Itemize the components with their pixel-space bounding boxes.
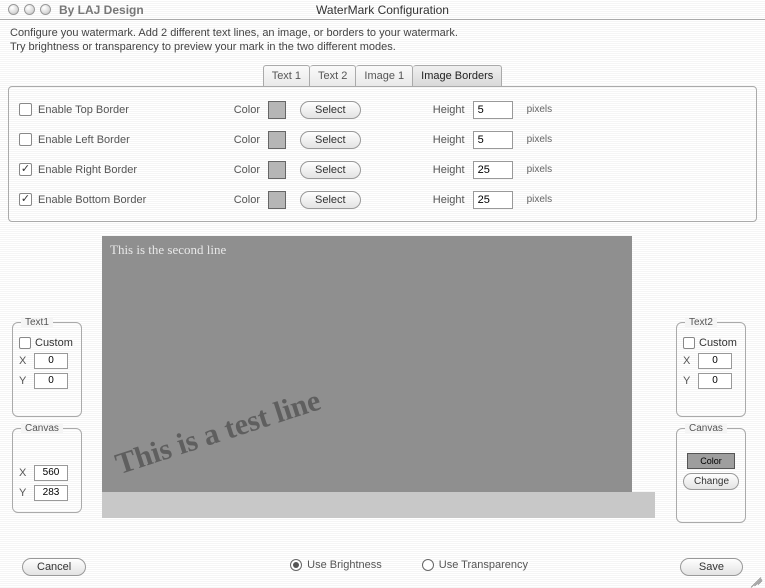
top-color-swatch[interactable] xyxy=(268,101,286,119)
right-height-input[interactable] xyxy=(473,161,513,179)
preview-second-line: This is the second line xyxy=(102,236,632,264)
border-row-left: Enable Left Border Color Select Height p… xyxy=(19,125,746,155)
instructions: Configure you watermark. Add 2 different… xyxy=(0,20,765,59)
titlebar: By LAJ Design WaterMark Configuration xyxy=(0,0,765,20)
canvas-color-button[interactable]: Color xyxy=(687,453,735,469)
enable-top-label: Enable Top Border xyxy=(38,104,213,116)
color-label: Color xyxy=(213,134,268,146)
use-transparency-radio[interactable]: Use Transparency xyxy=(422,559,528,571)
color-label: Color xyxy=(213,164,268,176)
tab-image1[interactable]: Image 1 xyxy=(356,65,413,86)
instructions-line: Try brightness or transparency to previe… xyxy=(10,40,755,54)
height-label: Height xyxy=(393,104,473,116)
enable-left-checkbox[interactable] xyxy=(19,133,32,146)
height-label: Height xyxy=(393,134,473,146)
x-label: X xyxy=(19,355,29,367)
left-color-swatch[interactable] xyxy=(268,131,286,149)
canvas1-group: Canvas X Y xyxy=(12,428,82,513)
left-height-input[interactable] xyxy=(473,131,513,149)
border-panel: Enable Top Border Color Select Height pi… xyxy=(8,86,757,222)
mid-area: This is the second line This is a test l… xyxy=(0,236,765,546)
unit-label: pixels xyxy=(527,134,553,145)
canvas-x-input[interactable] xyxy=(34,465,68,481)
unit-label: pixels xyxy=(527,104,553,115)
bottom-select-button[interactable]: Select xyxy=(300,191,361,209)
y-label: Y xyxy=(19,375,29,387)
bottom-color-swatch[interactable] xyxy=(268,191,286,209)
border-row-top: Enable Top Border Color Select Height pi… xyxy=(19,95,746,125)
text2-custom-checkbox[interactable] xyxy=(683,337,695,349)
text1-custom-label: Custom xyxy=(35,337,73,349)
x-label: X xyxy=(19,467,29,479)
canvas-y-input[interactable] xyxy=(34,485,68,501)
height-label: Height xyxy=(393,164,473,176)
top-height-input[interactable] xyxy=(473,101,513,119)
enable-bottom-checkbox[interactable] xyxy=(19,193,32,206)
enable-bottom-label: Enable Bottom Border xyxy=(38,194,213,206)
enable-left-label: Enable Left Border xyxy=(38,134,213,146)
right-color-swatch[interactable] xyxy=(268,161,286,179)
border-row-right: Enable Right Border Color Select Height … xyxy=(19,155,746,185)
text2-x-input[interactable] xyxy=(698,353,732,369)
radio-icon xyxy=(422,559,434,571)
bottom-height-input[interactable] xyxy=(473,191,513,209)
color-label: Color xyxy=(213,194,268,206)
text1-custom-checkbox[interactable] xyxy=(19,337,31,349)
preview-shadow xyxy=(102,492,655,518)
resize-grip-icon[interactable] xyxy=(749,570,763,584)
cancel-button[interactable]: Cancel xyxy=(22,558,86,576)
text1-legend: Text1 xyxy=(21,317,53,328)
right-select-button[interactable]: Select xyxy=(300,161,361,179)
y-label: Y xyxy=(683,375,693,387)
tab-bar: Text 1 Text 2 Image 1 Image Borders xyxy=(263,65,503,86)
x-label: X xyxy=(683,355,693,367)
text2-group: Text2 Custom X Y xyxy=(676,322,746,417)
y-label: Y xyxy=(19,487,29,499)
text2-custom-label: Custom xyxy=(699,337,737,349)
unit-label: pixels xyxy=(527,164,553,175)
canvas2-legend: Canvas xyxy=(685,423,727,434)
text1-y-input[interactable] xyxy=(34,373,68,389)
text2-y-input[interactable] xyxy=(698,373,732,389)
top-select-button[interactable]: Select xyxy=(300,101,361,119)
tab-image-borders[interactable]: Image Borders xyxy=(413,65,502,86)
bottom-bar: Cancel Use Brightness Use Transparency S… xyxy=(0,554,765,576)
enable-right-label: Enable Right Border xyxy=(38,164,213,176)
window-title: WaterMark Configuration xyxy=(0,3,765,17)
text2-legend: Text2 xyxy=(685,317,717,328)
preview-main-line: This is a test line xyxy=(111,383,324,481)
radio-icon xyxy=(290,559,302,571)
mode-radios: Use Brightness Use Transparency xyxy=(290,559,528,571)
enable-top-checkbox[interactable] xyxy=(19,103,32,116)
enable-right-checkbox[interactable] xyxy=(19,163,32,176)
preview-canvas: This is the second line This is a test l… xyxy=(102,236,632,492)
save-button[interactable]: Save xyxy=(680,558,743,576)
unit-label: pixels xyxy=(527,194,553,205)
tab-text1[interactable]: Text 1 xyxy=(263,65,310,86)
canvas1-legend: Canvas xyxy=(21,423,63,434)
left-select-button[interactable]: Select xyxy=(300,131,361,149)
color-label: Color xyxy=(213,104,268,116)
canvas2-group: Canvas Color Change xyxy=(676,428,746,523)
text1-group: Text1 Custom X Y xyxy=(12,322,82,417)
tab-text2[interactable]: Text 2 xyxy=(310,65,356,86)
border-row-bottom: Enable Bottom Border Color Select Height… xyxy=(19,185,746,215)
instructions-line: Configure you watermark. Add 2 different… xyxy=(10,26,755,40)
text1-x-input[interactable] xyxy=(34,353,68,369)
canvas-change-button[interactable]: Change xyxy=(683,473,739,490)
height-label: Height xyxy=(393,194,473,206)
use-brightness-radio[interactable]: Use Brightness xyxy=(290,559,382,571)
